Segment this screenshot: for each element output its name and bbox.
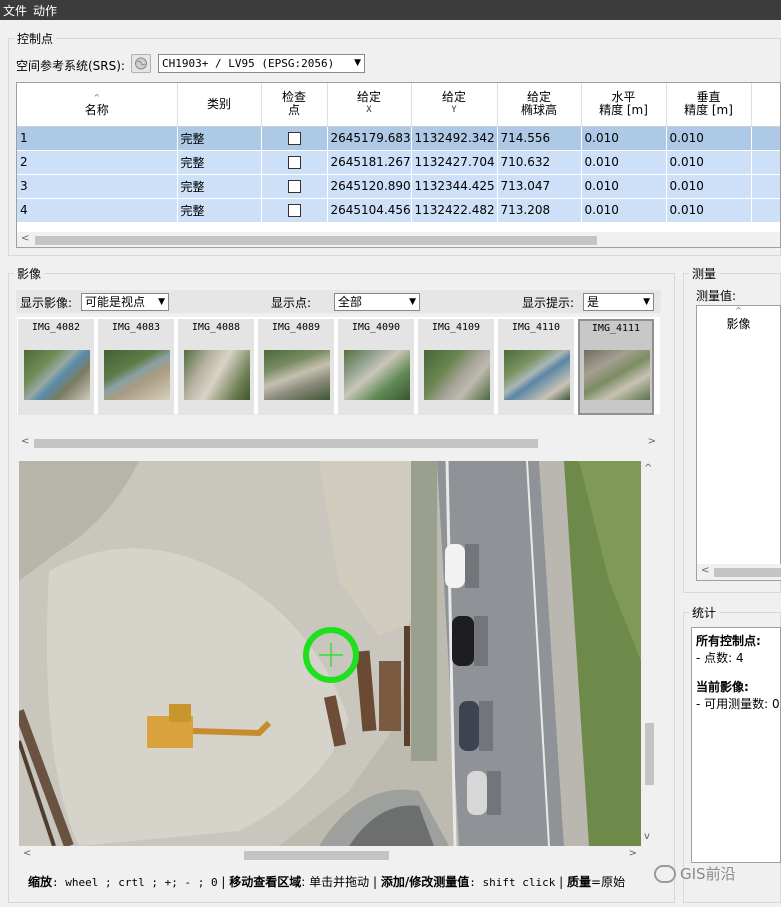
col-x[interactable]: 给定 X [327,83,412,127]
scroll-thumb[interactable] [645,723,654,785]
col-check[interactable]: 检查点 [261,83,328,127]
aerial-thumbnail-image [504,350,570,400]
scroll-thumb[interactable] [244,851,389,860]
zoom-label: 缩放 [28,875,53,889]
scroll-thumb[interactable] [34,439,538,448]
thumbnail-strip: IMG_4082 IMG_4083 IMG_4088 IMG_4089 IMG_… [17,317,660,415]
add-label: 添加/修改测量值 [380,875,470,889]
scroll-right-icon[interactable]: > [629,848,637,859]
col-name[interactable]: ^ 名称 [17,83,178,127]
stats-panel: 所有控制点: - 点数: 4 当前影像: - 可用测量数: 0 [691,627,781,863]
show-hints-select[interactable]: 是 ▼ [583,293,654,311]
zoom-keys: : wheel ; crtl ; +; - ; 0 [52,876,218,889]
quality-label: 质量 [567,875,592,889]
table-row[interactable]: 3 完整 2645120.890 1132344.425 713.047 0.0… [17,174,780,199]
chevron-down-icon: ▼ [158,297,165,307]
measure-title: 测量 [689,265,720,282]
show-points-select[interactable]: 全部 ▼ [334,293,420,311]
measure-list: ^ 影像 < [696,305,781,581]
thumbnail-hscrollbar[interactable]: < > [17,435,660,451]
scroll-thumb[interactable] [35,236,597,245]
scroll-right-icon[interactable]: > [648,436,656,447]
col-type[interactable]: 类别 [177,83,262,127]
aerial-thumbnail-image [344,350,410,400]
show-points-label: 显示点: [271,296,312,310]
image-thumbnail-active[interactable]: IMG_4111 [578,319,654,415]
scroll-thumb[interactable] [714,568,781,577]
show-hints-label: 显示提示: [522,296,575,310]
col-y[interactable]: 给定 Y [411,83,498,127]
viewer-vscrollbar[interactable]: ^ v [641,461,657,846]
measure-hscrollbar[interactable]: < [697,564,781,580]
col-h[interactable]: 给定 椭球高 [497,83,582,127]
check-point-checkbox[interactable] [287,156,301,169]
scroll-left-icon[interactable]: < [21,233,29,244]
move-label: 移动查看区域 [229,875,302,889]
chevron-down-icon: ▼ [643,297,650,307]
measure-values-label: 测量值: [696,289,737,303]
scroll-left-icon[interactable]: < [21,436,29,447]
table-row[interactable]: 2 完整 2645181.267 1132427.704 710.632 0.0… [17,150,780,175]
image-viewer[interactable] [19,461,641,846]
image-thumbnail[interactable]: IMG_4110 [498,319,574,415]
image-thumbnail[interactable]: IMG_4083 [98,319,174,415]
aerial-thumbnail-image [264,350,330,400]
menu-bar: 文件 动作 [0,0,781,20]
scroll-down-icon[interactable]: v [644,831,650,842]
menu-file[interactable]: 文件 [0,2,30,19]
check-point-checkbox[interactable] [287,180,301,193]
globe-icon[interactable] [131,54,151,73]
scroll-left-icon[interactable]: < [701,565,709,576]
table-row[interactable]: 4 完整 2645104.456 1132422.482 713.208 0.0… [17,198,780,223]
viewer-hscrollbar[interactable]: < > [19,847,641,863]
stats-title: 统计 [689,604,720,621]
scroll-left-icon[interactable]: < [23,848,31,859]
aerial-photo [19,461,641,846]
control-points-title: 控制点 [14,30,57,47]
table-hscrollbar[interactable]: < [17,232,780,247]
image-thumbnail[interactable]: IMG_4090 [338,319,414,415]
images-title: 影像 [14,265,45,282]
image-thumbnail[interactable]: IMG_4089 [258,319,334,415]
menu-action[interactable]: 动作 [30,2,60,19]
measure-column-header[interactable]: ^ 影像 [697,306,780,340]
image-thumbnail[interactable]: IMG_4082 [18,319,94,415]
control-points-table: ^ 名称 类别 检查点 给定 X 给定 Y 给定 椭球高 水平 精度 [m] 垂直 精度 [… [16,82,781,248]
wechat-icon [654,864,676,883]
watermark: GIS前沿 [654,863,736,884]
show-images-select[interactable]: 可能是视点 ▼ [81,293,169,311]
move-desc: : 单击并拖动 [301,875,370,889]
add-keys: : shift click [469,876,556,889]
chevron-down-icon: ▼ [409,297,416,307]
aerial-thumbnail-image [104,350,170,400]
srs-select[interactable]: CH1903+ / LV95 (EPSG:2056) ▼ [158,54,365,73]
image-thumbnail[interactable]: IMG_4088 [178,319,254,415]
aerial-thumbnail-image [584,350,650,400]
srs-label: 空间参考系统(SRS): [16,59,125,73]
table-row[interactable]: 1 完整 2645179.683 1132492.342 714.556 0.0… [17,126,780,151]
col-vacc[interactable]: 垂直 精度 [m] [666,83,752,127]
scroll-up-icon[interactable]: ^ [644,463,652,474]
check-point-checkbox[interactable] [287,204,301,217]
aerial-thumbnail-image [24,350,90,400]
aerial-thumbnail-image [184,350,250,400]
chevron-down-icon: ▼ [354,58,361,68]
aerial-thumbnail-image [424,350,490,400]
status-hint: 缩放: wheel ; crtl ; +; - ; 0 | 移动查看区域: 单击… [28,875,626,889]
check-point-checkbox[interactable] [287,132,301,145]
col-hacc[interactable]: 水平 精度 [m] [581,83,667,127]
image-thumbnail[interactable]: IMG_4109 [418,319,494,415]
show-images-label: 显示影像: [20,296,73,310]
quality-desc: =原始 [591,875,626,889]
